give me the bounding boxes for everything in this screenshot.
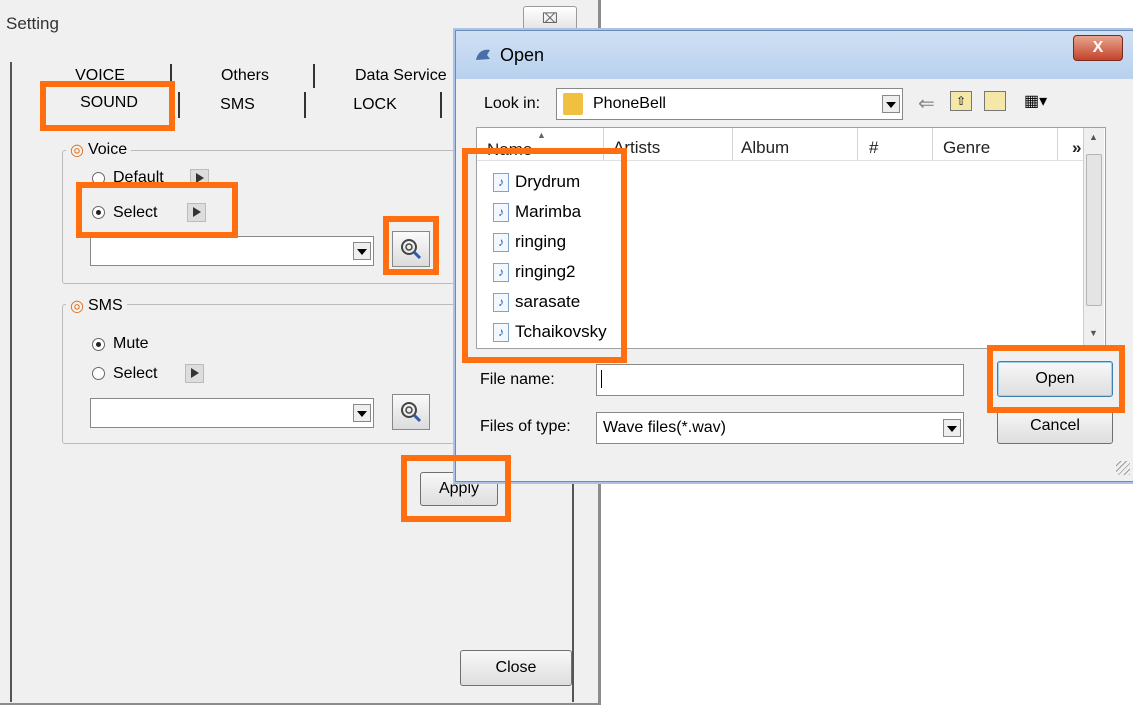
col-divider bbox=[1057, 128, 1058, 160]
scroll-down-icon[interactable]: ▼ bbox=[1089, 328, 1098, 338]
sms-status-icon: ◎ bbox=[70, 298, 84, 315]
col-divider bbox=[732, 128, 733, 160]
close-button[interactable]: Close bbox=[460, 650, 572, 686]
tab-divider bbox=[178, 92, 180, 118]
tab-data-service[interactable]: Data Service bbox=[355, 67, 465, 85]
sms-mute-label: Mute bbox=[113, 335, 149, 352]
col-album[interactable]: Album bbox=[741, 138, 789, 158]
open-dialog-icon bbox=[476, 49, 490, 60]
open-dialog-title: Open bbox=[500, 45, 545, 65]
sms-browse-button[interactable] bbox=[392, 394, 430, 430]
files-of-type-value: Wave files(*.wav) bbox=[603, 419, 726, 436]
play-icon[interactable] bbox=[185, 364, 205, 383]
tab-divider bbox=[440, 92, 442, 118]
folder-icon bbox=[563, 93, 583, 115]
sms-group-legend: ◎ SMS bbox=[66, 296, 127, 316]
highlight-file-list bbox=[462, 148, 627, 363]
sort-up-icon: ▲ bbox=[537, 130, 546, 140]
radio-selected-icon bbox=[92, 337, 105, 351]
tab-divider bbox=[304, 92, 306, 118]
chevron-down-icon[interactable] bbox=[353, 242, 371, 260]
view-menu-icon[interactable]: ▦▾ bbox=[1024, 91, 1047, 111]
chevron-down-icon[interactable] bbox=[943, 419, 961, 437]
sms-mute-radio[interactable]: Mute bbox=[92, 335, 149, 353]
tab-sms[interactable]: SMS bbox=[195, 96, 280, 114]
col-number[interactable]: # bbox=[869, 138, 878, 158]
up-folder-icon[interactable]: ⇧ bbox=[950, 91, 972, 111]
look-in-value: PhoneBell bbox=[593, 95, 666, 112]
highlight-sound-tab bbox=[40, 81, 175, 131]
setting-close-icon[interactable]: ⌧ bbox=[523, 6, 577, 30]
setting-window-title: Setting bbox=[6, 14, 59, 33]
file-name-input[interactable] bbox=[596, 364, 964, 396]
sms-file-combo[interactable] bbox=[90, 398, 374, 428]
resize-grip-icon[interactable] bbox=[1116, 461, 1130, 475]
look-in-combo[interactable]: PhoneBell bbox=[556, 88, 903, 120]
voice-group-legend: ◎ Voice bbox=[66, 140, 132, 160]
vertical-scrollbar[interactable]: ▲ ▼ bbox=[1083, 128, 1104, 346]
tab-lock[interactable]: LOCK bbox=[330, 96, 420, 114]
radio-icon bbox=[92, 367, 105, 380]
file-name-label: File name: bbox=[480, 371, 555, 388]
col-divider bbox=[857, 128, 858, 160]
back-arrow-icon[interactable]: ⇐ bbox=[918, 91, 935, 116]
files-of-type-select[interactable]: Wave files(*.wav) bbox=[596, 412, 964, 444]
scroll-thumb[interactable] bbox=[1086, 154, 1102, 306]
sms-select-radio[interactable]: Select bbox=[92, 364, 205, 383]
text-cursor bbox=[601, 370, 602, 388]
voice-file-combo[interactable] bbox=[90, 236, 374, 266]
browse-icon bbox=[401, 402, 422, 423]
col-divider bbox=[932, 128, 933, 160]
look-in-label: Look in: bbox=[484, 95, 541, 112]
chevron-down-icon[interactable] bbox=[882, 95, 900, 113]
new-folder-icon[interactable] bbox=[984, 91, 1006, 111]
sms-select-label: Select bbox=[113, 364, 158, 382]
scroll-up-icon[interactable]: ▲ bbox=[1089, 132, 1098, 142]
highlight-browse-button bbox=[383, 216, 439, 275]
cancel-button[interactable]: Cancel bbox=[997, 408, 1113, 444]
tab-divider bbox=[313, 64, 315, 88]
highlight-apply-button bbox=[401, 455, 511, 522]
chevron-down-icon[interactable] bbox=[353, 404, 371, 422]
col-genre[interactable]: Genre bbox=[943, 138, 990, 158]
files-of-type-label: Files of type: bbox=[480, 418, 571, 435]
open-dialog-titlebar bbox=[456, 31, 1133, 79]
close-icon[interactable]: X bbox=[1073, 35, 1123, 61]
voice-group-label: Voice bbox=[87, 141, 128, 158]
tab-others[interactable]: Others bbox=[200, 67, 290, 85]
highlight-voice-select bbox=[76, 182, 238, 238]
sms-group-label: SMS bbox=[87, 297, 123, 314]
highlight-open-button bbox=[987, 345, 1125, 413]
col-more[interactable]: » bbox=[1072, 138, 1081, 158]
voice-status-icon: ◎ bbox=[70, 142, 84, 159]
